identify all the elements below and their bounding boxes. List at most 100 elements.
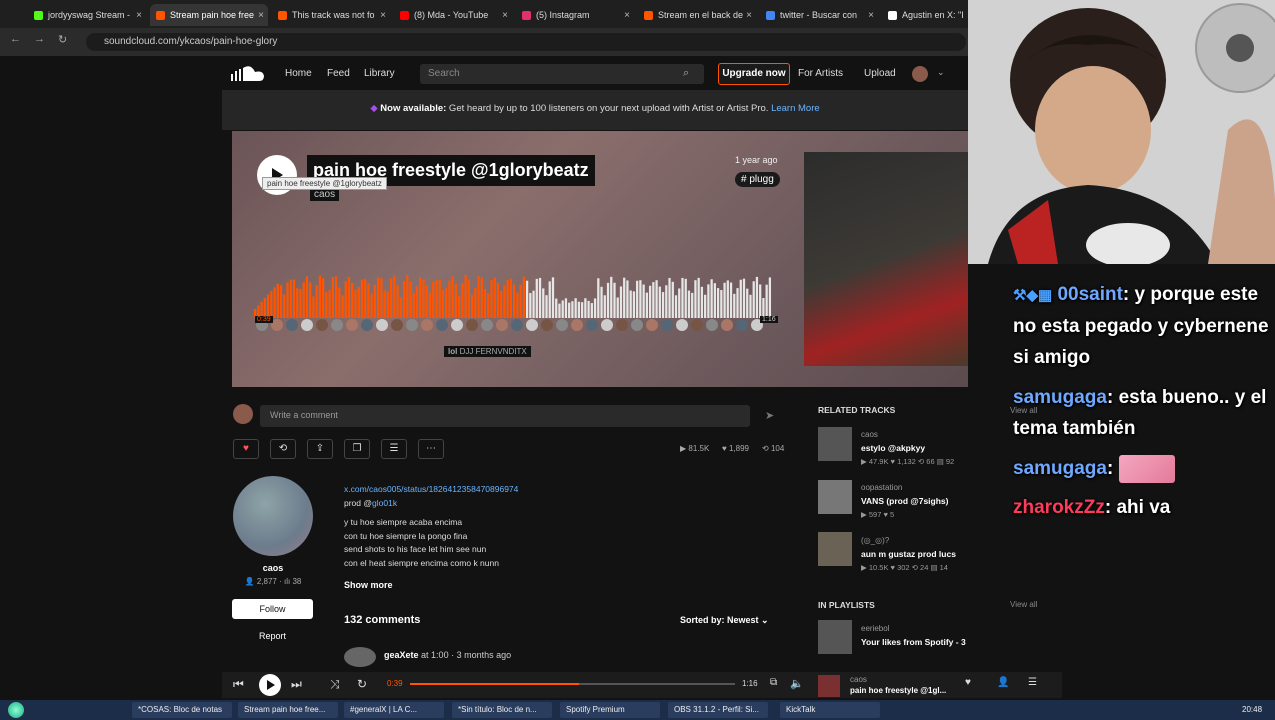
uploader-avatar[interactable] [233,476,313,556]
close-tab-icon[interactable]: × [868,10,874,21]
browser-tab[interactable]: jordyyswag Stream - × [28,4,146,26]
waveform-commenter-avatar[interactable] [736,319,748,331]
chat-username[interactable]: zharokzZz [1013,497,1105,518]
browser-tab[interactable]: Stream pain hoe free × [150,4,268,26]
taskbar-item[interactable]: *Sin título: Bloc de n... [452,702,552,718]
repeat-icon[interactable]: ↻ [357,677,367,691]
waveform-commenter-avatar[interactable] [571,319,583,331]
genre-tag[interactable]: # plugg [735,172,780,187]
related-title[interactable]: aun m gustaz prod lucs [861,549,956,559]
chevron-down-icon[interactable]: ⌄ [937,67,945,78]
browser-tab[interactable]: (8) Mda - YouTube × [394,4,512,26]
waveform-commenter-avatar[interactable] [601,319,613,331]
waveform-commenter-avatar[interactable] [286,319,298,331]
search-icon[interactable]: ⌕ [683,67,689,80]
nav-library[interactable]: Library [364,68,395,79]
show-more-link[interactable]: Show more [344,580,393,590]
waveform-commenter-avatar[interactable] [691,319,703,331]
waveform-commenter-avatar[interactable] [556,319,568,331]
chat-username[interactable]: samugaga [1013,458,1107,479]
comment-timestamp[interactable]: at 1:00 [421,650,449,660]
repost-button[interactable]: ⟲ [270,439,296,459]
waveform-commenter-avatar[interactable] [616,319,628,331]
related-user[interactable]: caos [861,430,878,439]
taskbar-item[interactable]: *COSAS: Bloc de notas [132,702,232,718]
player-play-button[interactable] [259,674,281,696]
waveform-commenter-avatar[interactable] [421,319,433,331]
related-user[interactable]: (◎_◎)? [861,536,889,545]
playlists-view-all[interactable]: View all [1010,600,1037,609]
playlist-artwork[interactable] [818,620,852,654]
nav-home[interactable]: Home [285,68,312,79]
related-artwork[interactable] [818,532,852,566]
now-playing-artwork[interactable] [818,675,840,697]
waveform-commenter-avatar[interactable] [376,319,388,331]
taskbar-item[interactable]: KickTalk [780,702,880,718]
previous-icon[interactable]: ⏮ [233,677,244,692]
shuffle-icon[interactable]: ⤨ [330,677,340,692]
waveform-commenter-avatar[interactable] [496,319,508,331]
commenter-name[interactable]: geaXete [384,650,419,660]
related-artwork[interactable] [818,427,852,461]
now-playing-title[interactable]: pain hoe freestyle @1gl... [850,686,946,695]
heart-icon[interactable]: ♥ [965,677,971,688]
playlist-user[interactable]: eeriebol [861,624,889,633]
copy-link-button[interactable]: ❐ [344,439,370,459]
waveform-commenter-avatar[interactable] [316,319,328,331]
sort-dropdown[interactable]: Sorted by: Newest ⌄ [680,615,769,626]
close-tab-icon[interactable]: × [624,10,630,21]
waveform-commenter-avatar[interactable] [586,319,598,331]
soundcloud-logo-icon[interactable] [231,65,265,81]
close-tab-icon[interactable]: × [502,10,508,21]
playlist-title[interactable]: Your likes from Spotify - 3 [861,637,966,647]
more-button[interactable]: ⋯ [418,439,444,459]
next-icon[interactable]: ⏭ [291,677,302,692]
taskbar-item[interactable]: Stream pain hoe free... [238,702,338,718]
browser-tab[interactable]: twitter - Buscar con × [760,4,878,26]
close-tab-icon[interactable]: × [746,10,752,21]
url-field[interactable]: soundcloud.com/ykcaos/pain-hoe-glory [86,33,966,51]
send-icon[interactable]: ➤ [765,409,774,422]
search-input[interactable]: Search [420,64,704,84]
waveform-commenter-avatar[interactable] [331,319,343,331]
start-button[interactable] [8,702,24,718]
waveform-commenter-avatar[interactable] [481,319,493,331]
waveform-commenter-avatar[interactable] [676,319,688,331]
like-button[interactable]: ♥ [233,439,259,459]
waveform-commenter-avatar[interactable] [661,319,673,331]
pip-icon[interactable]: ⧉ [770,677,777,688]
commenter-avatar[interactable] [344,647,376,667]
waveform-commenter-avatar[interactable] [721,319,733,331]
now-playing-user[interactable]: caos [850,674,946,685]
volume-icon[interactable]: 🔈 [790,677,804,690]
waveform-commenter-avatar[interactable] [526,319,538,331]
add-to-playlist-button[interactable]: ☰ [381,439,407,459]
user-avatar[interactable] [912,66,928,82]
browser-tab[interactable]: (5) Instagram × [516,4,634,26]
waveform-commenter-avatar[interactable] [451,319,463,331]
waveform-commenter-avatar[interactable] [541,319,553,331]
waveform-commenter-avatar[interactable] [631,319,643,331]
back-icon[interactable]: ← [10,33,21,45]
queue-icon[interactable]: ☰ [1028,677,1037,688]
uploader-name[interactable]: caos [233,563,313,573]
waveform-commenter-avatar[interactable] [706,319,718,331]
taskbar-item[interactable]: Spotify Premium [560,702,660,718]
browser-tab[interactable]: Stream en el back de × [638,4,756,26]
share-button[interactable]: ⇪ [307,439,333,459]
upgrade-button[interactable]: Upgrade now [718,63,790,85]
waveform-commenter-avatar[interactable] [361,319,373,331]
waveform-commenter-avatar[interactable] [436,319,448,331]
nav-for-artists[interactable]: For Artists [798,68,843,79]
taskbar-item[interactable]: #generalX | LA C... [344,702,444,718]
learn-more-link[interactable]: Learn More [771,103,820,114]
waveform[interactable] [254,270,772,332]
nav-feed[interactable]: Feed [327,68,350,79]
forward-icon[interactable]: → [34,33,45,45]
chat-username[interactable]: 00saint [1057,284,1122,305]
related-artwork[interactable] [818,480,852,514]
report-link[interactable]: Report [232,631,313,641]
description-link[interactable]: x.com/caos005/status/1826412358470896974 [344,483,644,497]
waveform-commenter-avatar[interactable] [511,319,523,331]
close-tab-icon[interactable]: × [136,10,142,21]
